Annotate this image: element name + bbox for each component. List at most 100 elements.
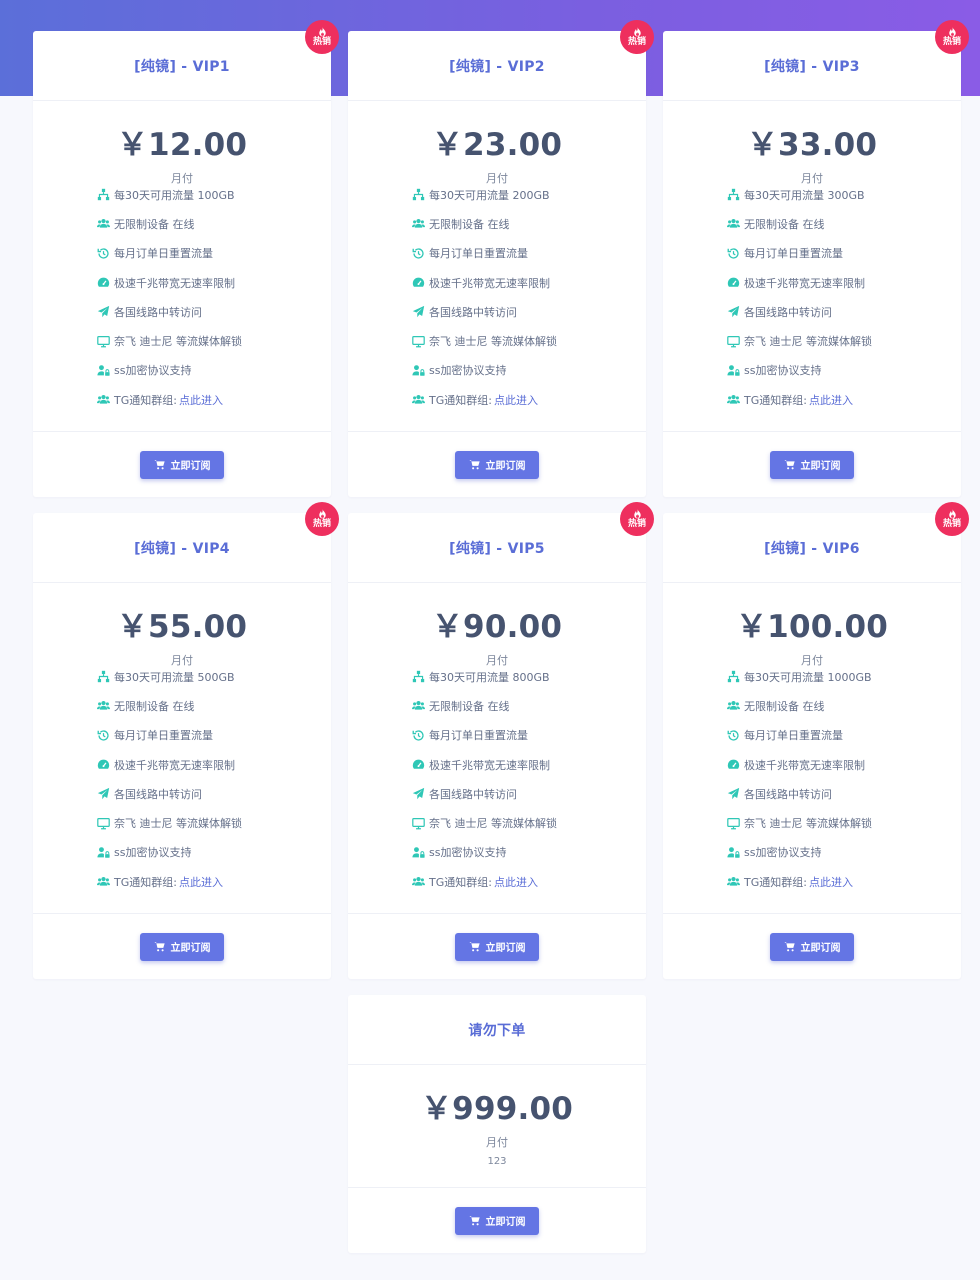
feature-item: 奈飞 迪士尼 等流媒体解锁 — [412, 808, 557, 837]
hot-sale-label: 热销 — [942, 519, 961, 529]
hot-sale-badge: 热销 — [305, 20, 339, 54]
subscribe-button[interactable]: 立即订阅 — [455, 450, 539, 479]
tg-group-link[interactable]: 点此进入 — [494, 874, 538, 890]
feature-text: TG通知群组: — [744, 393, 807, 407]
feature-item: 每30天可用流量 1000GB — [727, 662, 872, 691]
paper-plane-icon — [97, 305, 114, 318]
feature-item: 极速千兆带宽无速率限制 — [97, 268, 242, 297]
network-icon — [727, 670, 744, 683]
feature-text: TG通知群组: — [114, 875, 177, 889]
feature-list: 每30天可用流量 200GB 无限制设备 在线 每月订单日重置流量 极速千兆带宽无速率… — [412, 180, 557, 414]
feature-item: TG通知群组: 点此进入 — [412, 385, 557, 414]
tg-group-link[interactable]: 点此进入 — [179, 874, 223, 890]
users-icon — [727, 875, 744, 888]
network-icon — [97, 670, 114, 683]
tg-group-link[interactable]: 点此进入 — [179, 392, 223, 408]
speedometer-icon — [97, 276, 114, 289]
subscribe-label: 立即订阅 — [485, 1217, 526, 1228]
monitor-icon — [412, 335, 429, 348]
feature-item: TG通知群组: 点此进入 — [727, 867, 872, 896]
feature-text: TG通知群组: — [744, 875, 807, 889]
feature-item: 每月订单日重置流量 — [97, 721, 242, 750]
users-icon — [727, 699, 744, 712]
feature-text: TG通知群组: — [429, 393, 492, 407]
feature-list: 每30天可用流量 100GB 无限制设备 在线 每月订单日重置流量 极速千兆带宽无速率… — [97, 180, 242, 414]
feature-item: 各国线路中转访问 — [412, 779, 557, 808]
users-icon — [97, 699, 114, 712]
history-icon — [727, 729, 744, 742]
plan-price: ￥23.00 — [431, 127, 563, 163]
feature-text: ss加密协议支持 — [429, 846, 507, 860]
price-block: ￥23.00 月付 — [348, 119, 646, 186]
feature-item: ss加密协议支持 — [97, 838, 242, 867]
monitor-icon — [412, 817, 429, 830]
feature-text: 无限制设备 在线 — [114, 699, 195, 713]
feature-text: TG通知群组: — [114, 393, 177, 407]
history-icon — [97, 247, 114, 260]
subscribe-button[interactable]: 立即订阅 — [770, 450, 854, 479]
plans-grid: [纯镜] - VIP1 ￥12.00 月付 每30天可用流量 100GB 无限制设备 在… — [0, 0, 980, 1280]
speedometer-icon — [412, 276, 429, 289]
hot-sale-label: 热销 — [627, 519, 646, 529]
users-icon — [727, 393, 744, 406]
feature-text: ss加密协议支持 — [429, 364, 507, 378]
price-block: ￥100.00 月付 — [663, 601, 961, 668]
plan-card: [纯镜] - VIP4 ￥55.00 月付 每30天可用流量 500GB 无限制设备 在… — [33, 513, 331, 979]
user-lock-icon — [97, 364, 114, 377]
plan-title: [纯镜] - VIP4 — [134, 540, 230, 557]
plan-card: [纯镜] - VIP1 ￥12.00 月付 每30天可用流量 100GB 无限制设备 在… — [33, 31, 331, 497]
hot-sale-label: 热销 — [627, 37, 646, 47]
subscribe-button[interactable]: 立即订阅 — [455, 1206, 539, 1235]
feature-text: 奈飞 迪士尼 等流媒体解锁 — [744, 335, 872, 349]
plan-card-body: ￥12.00 月付 每30天可用流量 100GB 无限制设备 在线 每月订单日重置流量极… — [33, 101, 331, 431]
subscribe-label: 立即订阅 — [800, 943, 841, 954]
subscribe-label: 立即订阅 — [170, 943, 211, 954]
feature-text: TG通知群组: — [429, 875, 492, 889]
plan-price: ￥999.00 — [420, 1091, 574, 1127]
feature-text: 各国线路中转访问 — [744, 305, 832, 319]
plan-card: [纯镜] - VIP6 ￥100.00 月付 每30天可用流量 1000GB 无限制设备… — [663, 513, 961, 979]
subscribe-button[interactable]: 立即订阅 — [140, 450, 224, 479]
feature-item: 每月订单日重置流量 — [727, 239, 872, 268]
tg-group-link[interactable]: 点此进入 — [809, 874, 853, 890]
tg-group-link[interactable]: 点此进入 — [809, 392, 853, 408]
speedometer-icon — [412, 758, 429, 771]
feature-item: ss加密协议支持 — [412, 356, 557, 385]
subscribe-button[interactable]: 立即订阅 — [770, 932, 854, 961]
feature-item: ss加密协议支持 — [97, 356, 242, 385]
tg-group-link[interactable]: 点此进入 — [494, 392, 538, 408]
feature-item: 每月订单日重置流量 — [412, 239, 557, 268]
feature-text: 各国线路中转访问 — [114, 787, 202, 801]
feature-item: 无限制设备 在线 — [97, 209, 242, 238]
subscribe-button[interactable]: 立即订阅 — [455, 932, 539, 961]
plan-price: ￥12.00 — [116, 127, 248, 163]
feature-item: ss加密协议支持 — [727, 838, 872, 867]
feature-item: 无限制设备 在线 — [727, 691, 872, 720]
feature-item: 每30天可用流量 800GB — [412, 662, 557, 691]
plan-card-header: [纯镜] - VIP1 — [33, 31, 331, 101]
feature-text: 每30天可用流量 1000GB — [744, 670, 872, 684]
cart-icon — [153, 459, 171, 470]
subscribe-button[interactable]: 立即订阅 — [140, 932, 224, 961]
feature-item: TG通知群组: 点此进入 — [97, 385, 242, 414]
history-icon — [412, 729, 429, 742]
feature-text: 奈飞 迪士尼 等流媒体解锁 — [114, 335, 242, 349]
plan-card-body: ￥90.00 月付 每30天可用流量 800GB 无限制设备 在线 每月订单日重置流量极… — [348, 583, 646, 913]
price-block: ￥90.00 月付 — [348, 601, 646, 668]
feature-text: 无限制设备 在线 — [744, 217, 825, 231]
paper-plane-icon — [412, 305, 429, 318]
plan-price: ￥55.00 — [116, 609, 248, 645]
feature-item: 每30天可用流量 300GB — [727, 180, 872, 209]
user-lock-icon — [412, 846, 429, 859]
user-lock-icon — [727, 364, 744, 377]
feature-list: 每30天可用流量 800GB 无限制设备 在线 每月订单日重置流量 极速千兆带宽无速率… — [412, 662, 557, 896]
cart-icon — [783, 459, 801, 470]
feature-item: 无限制设备 在线 — [97, 691, 242, 720]
feature-item: ss加密协议支持 — [727, 356, 872, 385]
feature-text: 极速千兆带宽无速率限制 — [744, 758, 865, 772]
hot-sale-label: 热销 — [312, 37, 331, 47]
users-icon — [97, 875, 114, 888]
subscribe-label: 立即订阅 — [170, 461, 211, 472]
feature-text: 奈飞 迪士尼 等流媒体解锁 — [429, 335, 557, 349]
paper-plane-icon — [727, 305, 744, 318]
